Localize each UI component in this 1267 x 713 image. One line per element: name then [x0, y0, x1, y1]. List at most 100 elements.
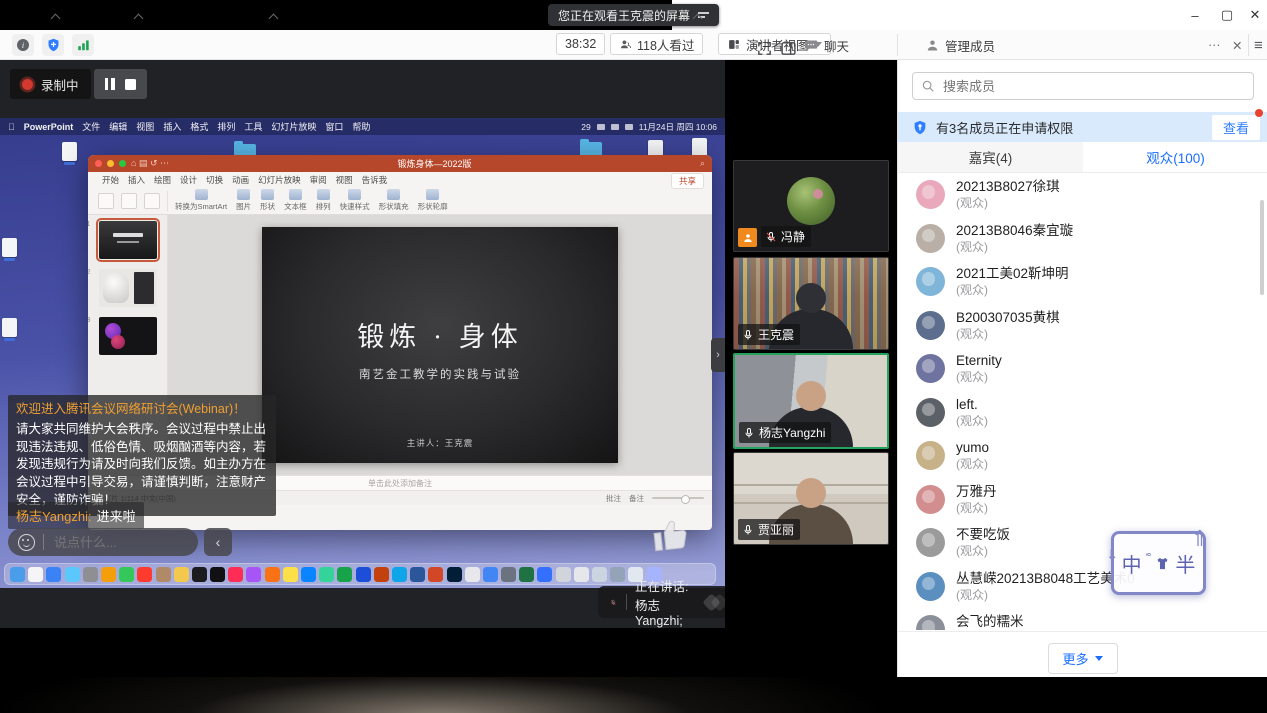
dock-app-icon[interactable]	[483, 567, 498, 582]
menubar-menu-item[interactable]: 编辑	[109, 120, 127, 133]
search-input[interactable]	[941, 78, 1225, 95]
ppt-share-button[interactable]: 共享	[671, 173, 704, 189]
dock-app-icon[interactable]	[356, 567, 371, 582]
dock-app-icon[interactable]	[265, 567, 280, 582]
ribbon-font-icon[interactable]	[121, 193, 137, 209]
video-tile[interactable]: 贾亚丽	[733, 452, 889, 545]
member-tab[interactable]: 观众(100)	[1083, 142, 1267, 172]
member-row[interactable]: 不要吃饭 (观众)	[898, 521, 1267, 565]
panel-more-button[interactable]: ···	[1208, 33, 1221, 57]
video-panel-collapse-handle[interactable]: ›	[711, 338, 725, 372]
menubar-menu-item[interactable]: 工具	[244, 120, 262, 133]
dock-app-icon[interactable]	[246, 567, 261, 582]
member-row[interactable]: 会飞的糯米 (观众)	[898, 608, 1267, 630]
ribbon-button[interactable]: 形状填充	[379, 189, 409, 212]
desktop-file-icon[interactable]	[62, 142, 77, 161]
menubar-menu-item[interactable]: 幻灯片放映	[271, 120, 316, 133]
ribbon-button[interactable]: 排列	[316, 189, 331, 212]
dock-app-icon[interactable]	[556, 567, 571, 582]
dock-app-icon[interactable]	[392, 567, 407, 582]
dock-app-icon[interactable]	[65, 567, 80, 582]
desktop-file-icon[interactable]	[2, 238, 17, 257]
chat-input-pill[interactable]	[8, 528, 198, 556]
member-search-box[interactable]	[912, 72, 1254, 100]
pause-recording-button[interactable]	[105, 78, 115, 90]
member-list-scrollbar[interactable]	[1260, 200, 1264, 295]
ppt-ribbon-tab[interactable]: 开始	[102, 174, 119, 186]
menubar-menu-item[interactable]: 排列	[217, 120, 235, 133]
ppt-status-item[interactable]: 批注	[606, 493, 621, 504]
ppt-ribbon-tab[interactable]: 动画	[232, 174, 249, 186]
dock-app-icon[interactable]	[447, 567, 462, 582]
dock-app-icon[interactable]	[610, 567, 625, 582]
dock-app-icon[interactable]	[465, 567, 480, 582]
dock-app-icon[interactable]	[337, 567, 352, 582]
panel-close-button[interactable]: ✕	[1232, 33, 1242, 57]
ribbon-align-icon[interactable]	[144, 193, 160, 209]
view-requests-button[interactable]: 查看	[1212, 115, 1260, 140]
menubar-menu-item[interactable]: 插入	[163, 120, 181, 133]
dock-app-icon[interactable]	[101, 567, 116, 582]
dock-app-icon[interactable]	[210, 567, 225, 582]
slide-thumbnail-1[interactable]: 1	[99, 221, 157, 259]
stop-recording-button[interactable]	[125, 79, 136, 90]
dock-app-icon[interactable]	[228, 567, 243, 582]
menubar-menu-item[interactable]: 文件	[82, 120, 100, 133]
more-members-button[interactable]: 更多	[1047, 643, 1117, 674]
ppt-search-icon[interactable]: ⌕	[700, 158, 705, 169]
member-row[interactable]: 丛慧嵘20213B8048工艺美术0 (观众)	[898, 565, 1267, 609]
slide-thumbnail-3[interactable]: 3	[99, 317, 157, 355]
sidebar-hamburger-button[interactable]: ≡	[1254, 33, 1263, 57]
minimize-button[interactable]: –	[1180, 0, 1210, 30]
close-traffic-light[interactable]	[95, 160, 102, 167]
ribbon-button[interactable]: 形状	[260, 189, 275, 212]
dock-app-icon[interactable]	[410, 567, 425, 582]
maximize-button[interactable]: ▢	[1212, 0, 1242, 30]
member-row[interactable]: 20213B8046秦宜璇 (观众)	[898, 217, 1267, 261]
dock-app-icon[interactable]	[46, 567, 61, 582]
dock-app-icon[interactable]	[374, 567, 389, 582]
ribbon-button[interactable]: 文本框	[284, 189, 307, 212]
ribbon-button[interactable]: 形状轮廓	[418, 189, 448, 212]
video-tile[interactable]: 王克震	[733, 257, 889, 350]
dock-app-icon[interactable]	[301, 567, 316, 582]
member-row[interactable]: left. (观众)	[898, 391, 1267, 435]
meeting-info-button[interactable]: i	[12, 34, 34, 56]
ribbon-paste-icon[interactable]	[98, 193, 114, 209]
menubar-menu-item[interactable]: 视图	[136, 120, 154, 133]
close-button[interactable]: ✕	[1240, 0, 1267, 30]
dock-app-icon[interactable]	[156, 567, 171, 582]
ppt-ribbon-tab[interactable]: 告诉我	[362, 174, 388, 186]
ppt-ribbon-tab[interactable]: 插入	[128, 174, 145, 186]
ribbon-button[interactable]: 转换为SmartArt	[175, 189, 227, 212]
chat-panel-tab[interactable]: 聊天	[803, 33, 849, 57]
ribbon-button[interactable]: 快速样式	[340, 189, 370, 212]
chat-input[interactable]	[52, 534, 166, 551]
video-tile[interactable]: 冯静	[733, 160, 889, 252]
dock-app-icon[interactable]	[428, 567, 443, 582]
ppt-status-item[interactable]: 备注	[629, 493, 644, 504]
ppt-ribbon-tab[interactable]: 设计	[180, 174, 197, 186]
fullscreen-button[interactable]	[756, 36, 773, 60]
dock-app-icon[interactable]	[319, 567, 334, 582]
member-row[interactable]: yumo (观众)	[898, 434, 1267, 478]
member-row[interactable]: 20213B8027徐琪 (观众)	[898, 173, 1267, 217]
ppt-ribbon-tab[interactable]: 幻灯片放映	[258, 174, 301, 186]
dock-app-icon[interactable]	[28, 567, 43, 582]
maximize-traffic-light[interactable]	[119, 160, 126, 167]
dock-app-icon[interactable]	[283, 567, 298, 582]
network-signal-button[interactable]	[72, 34, 94, 56]
dock-app-icon[interactable]	[137, 567, 152, 582]
dock-app-icon[interactable]	[83, 567, 98, 582]
collapse-chat-button[interactable]: ‹	[204, 528, 232, 556]
desktop-file-icon[interactable]	[2, 318, 17, 337]
security-shield-button[interactable]	[42, 34, 64, 56]
ribbon-button[interactable]: 图片	[236, 189, 251, 212]
dock-app-icon[interactable]	[119, 567, 134, 582]
macos-dock[interactable]	[4, 563, 716, 585]
menubar-menu-item[interactable]: 窗口	[325, 120, 343, 133]
dock-app-icon[interactable]	[537, 567, 552, 582]
member-tab[interactable]: 嘉宾(4)	[898, 142, 1083, 172]
video-tile[interactable]: 杨志Yangzhi	[733, 353, 889, 449]
ppt-ribbon-tab[interactable]: 审阅	[310, 174, 327, 186]
